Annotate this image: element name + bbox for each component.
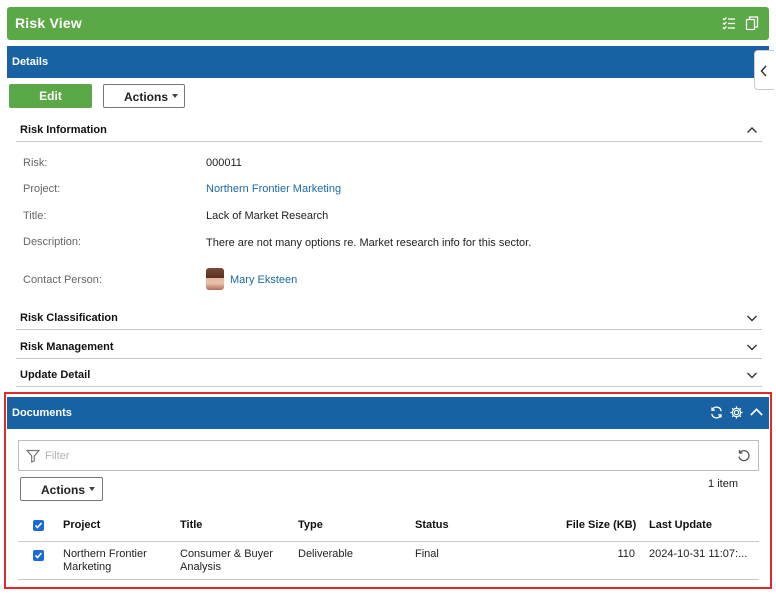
update-detail-section[interactable]: Update Detail [16, 363, 762, 387]
update-detail-title: Update Detail [20, 369, 91, 381]
risk-information-title: Risk Information [20, 124, 107, 136]
chevron-left-icon [759, 64, 769, 83]
filter-bar [18, 440, 759, 471]
chevron-down-icon[interactable] [746, 368, 758, 380]
title-value: Lack of Market Research [206, 210, 329, 222]
reset-icon[interactable] [737, 449, 751, 468]
contact-person-link[interactable]: Mary Eksteen [230, 274, 297, 286]
page-header: Risk View [7, 7, 769, 40]
column-header-title[interactable]: Title [180, 519, 202, 531]
chevron-down-icon[interactable] [746, 340, 758, 352]
details-panel-header: Details [7, 46, 769, 78]
details-title: Details [12, 56, 49, 68]
documents-actions-button[interactable]: Actions [20, 477, 103, 501]
description-label: Description: [23, 236, 82, 248]
details-actions-button[interactable]: Actions [103, 84, 185, 108]
column-header-file-size[interactable]: File Size (KB) [566, 519, 636, 531]
project-label: Project: [23, 183, 61, 195]
avatar [206, 268, 224, 290]
page-title: Risk View [15, 15, 82, 31]
contact-person-label: Contact Person: [23, 274, 102, 286]
risk-label: Risk: [23, 157, 48, 169]
side-panel-toggle[interactable] [754, 50, 774, 90]
actions-label: Actions [124, 90, 169, 104]
divider [18, 541, 759, 542]
chevron-down-icon[interactable] [746, 311, 758, 323]
risk-value: 000011 [206, 157, 242, 169]
actions-label: Actions [41, 483, 86, 497]
project-link[interactable]: Northern Frontier Marketing [206, 183, 341, 195]
copy-icon[interactable] [744, 15, 760, 31]
column-header-type[interactable]: Type [298, 519, 323, 531]
select-all-checkbox[interactable] [33, 520, 44, 531]
cell-file-size: 110 [617, 548, 635, 560]
divider [18, 579, 759, 580]
risk-management-title: Risk Management [20, 341, 114, 353]
caret-down-icon [172, 94, 178, 98]
edit-button[interactable]: Edit [9, 84, 92, 108]
cell-last-update: 2024-10-31 11:07:... [649, 548, 748, 560]
risk-classification-section[interactable]: Risk Classification [16, 306, 762, 330]
row-checkbox[interactable] [33, 550, 44, 561]
cell-title: Consumer & Buyer Analysis [180, 548, 273, 573]
risk-classification-title: Risk Classification [20, 312, 118, 324]
title-label: Title: [23, 210, 47, 222]
cell-project: Northern Frontier Marketing [63, 548, 147, 573]
filter-icon [25, 449, 41, 468]
cell-type: Deliverable [298, 548, 354, 560]
checklist-icon[interactable] [721, 15, 737, 31]
column-header-status[interactable]: Status [415, 519, 449, 531]
column-header-last-update[interactable]: Last Update [649, 519, 712, 531]
filter-input[interactable] [45, 447, 725, 465]
risk-management-section[interactable]: Risk Management [16, 335, 762, 359]
column-header-project[interactable]: Project [63, 519, 100, 531]
caret-down-icon [89, 487, 95, 491]
chevron-up-icon[interactable] [746, 123, 758, 135]
description-value: There are not many options re. Market re… [206, 237, 532, 249]
cell-status: Final [415, 548, 439, 560]
item-count: 1 item [708, 478, 738, 490]
risk-information-section[interactable]: Risk Information [16, 118, 762, 142]
